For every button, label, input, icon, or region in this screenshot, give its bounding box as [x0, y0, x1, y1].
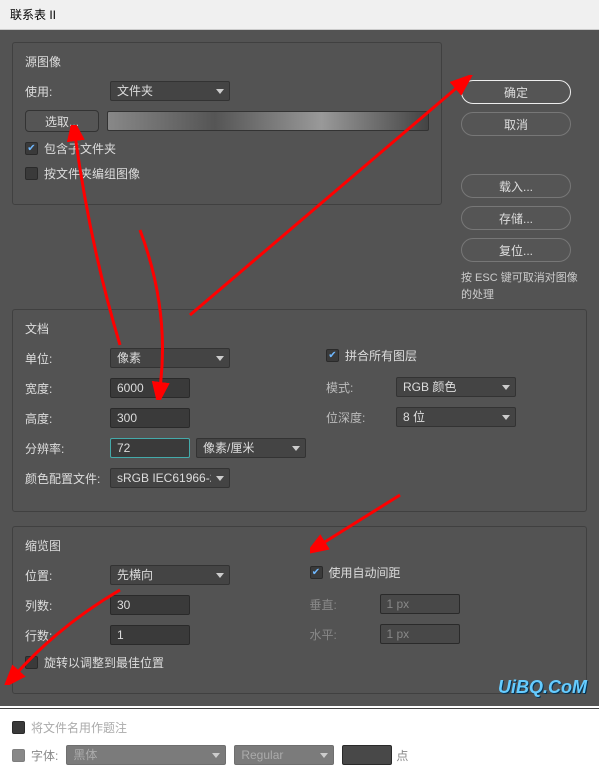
include-subfolders-label: 包含子文件夹 — [44, 140, 116, 157]
use-select[interactable]: 文件夹 — [110, 81, 230, 101]
path-display — [107, 111, 429, 131]
auto-spacing-label: 使用自动间距 — [329, 564, 401, 581]
doc-title: 文档 — [25, 320, 574, 337]
place-select[interactable]: 先横向 — [110, 565, 230, 585]
auto-spacing-checkbox[interactable] — [310, 566, 323, 579]
group-by-folder-checkbox[interactable] — [25, 167, 38, 180]
rotate-label: 旋转以调整到最佳位置 — [44, 654, 164, 671]
document-panel: 文档 单位: 像素 宽度: 高度: 分辨率 — [12, 309, 587, 512]
ok-button[interactable]: 确定 — [461, 80, 571, 104]
font-size-unit: 点 — [396, 747, 408, 764]
profile-select[interactable]: sRGB IEC61966-2.1 — [110, 468, 230, 488]
side-buttons: 确定 取消 载入... 存储... 复位... 按 ESC 键可取消对图像的处理 — [461, 80, 581, 303]
width-input[interactable] — [110, 378, 190, 398]
caption-title: 将文件名用作题注 — [31, 719, 127, 736]
save-button[interactable]: 存储... — [461, 206, 571, 230]
thumbnail-panel: 缩览图 位置: 先横向 列数: 行数: — [12, 526, 587, 694]
source-image-panel: 源图像 使用: 文件夹 选取... 包含子文件夹 按文件夹编组图像 — [12, 42, 442, 205]
horiz-label: 水平: — [310, 626, 380, 643]
place-label: 位置: — [25, 567, 110, 584]
horiz-input — [380, 624, 460, 644]
vert-label: 垂直: — [310, 596, 380, 613]
load-button[interactable]: 载入... — [461, 174, 571, 198]
height-label: 高度: — [25, 410, 110, 427]
rows-label: 行数: — [25, 627, 110, 644]
dialog-content: 源图像 使用: 文件夹 选取... 包含子文件夹 按文件夹编组图像 — [0, 30, 599, 706]
titlebar: 联系表 II — [0, 0, 599, 30]
height-input[interactable] — [110, 408, 190, 428]
group-by-folder-label: 按文件夹编组图像 — [44, 165, 140, 182]
use-label: 使用: — [25, 83, 110, 100]
rows-input[interactable] — [110, 625, 190, 645]
reset-button[interactable]: 复位... — [461, 238, 571, 262]
font-label: 字体: — [31, 747, 58, 764]
font-checkbox — [12, 749, 25, 762]
resolution-input[interactable] — [110, 438, 190, 458]
choose-button[interactable]: 选取... — [25, 110, 99, 132]
font-size-input — [342, 745, 392, 765]
cols-input[interactable] — [110, 595, 190, 615]
profile-label: 颜色配置文件: — [25, 470, 110, 487]
thumb-title: 缩览图 — [25, 537, 574, 554]
flatten-checkbox[interactable] — [326, 349, 339, 362]
cancel-button[interactable]: 取消 — [461, 112, 571, 136]
caption-enable-checkbox[interactable] — [12, 721, 25, 734]
font-select: 黑体 — [66, 745, 226, 765]
unit-select[interactable]: 像素 — [110, 348, 230, 368]
cols-label: 列数: — [25, 597, 110, 614]
dialog-window: 联系表 II 源图像 使用: 文件夹 选取... 包含子文件夹 — [0, 0, 599, 704]
source-title: 源图像 — [25, 53, 429, 70]
font-style-select: Regular — [234, 745, 334, 765]
include-subfolders-checkbox[interactable] — [25, 142, 38, 155]
window-title: 联系表 II — [10, 8, 56, 22]
mode-label: 模式: — [326, 379, 396, 396]
watermark: UiBQ.CoM — [498, 677, 587, 698]
caption-section: 将文件名用作题注 字体: 黑体 Regular 点 — [0, 708, 599, 766]
res-label: 分辨率: — [25, 440, 110, 457]
resolution-unit-select[interactable]: 像素/厘米 — [196, 438, 306, 458]
unit-label: 单位: — [25, 350, 110, 367]
bitdepth-select[interactable]: 8 位 — [396, 407, 516, 427]
esc-hint: 按 ESC 键可取消对图像的处理 — [461, 270, 581, 303]
bitdepth-label: 位深度: — [326, 409, 396, 426]
width-label: 宽度: — [25, 380, 110, 397]
flatten-label: 拼合所有图层 — [345, 347, 417, 364]
mode-select[interactable]: RGB 颜色 — [396, 377, 516, 397]
rotate-checkbox[interactable] — [25, 656, 38, 669]
vert-input — [380, 594, 460, 614]
